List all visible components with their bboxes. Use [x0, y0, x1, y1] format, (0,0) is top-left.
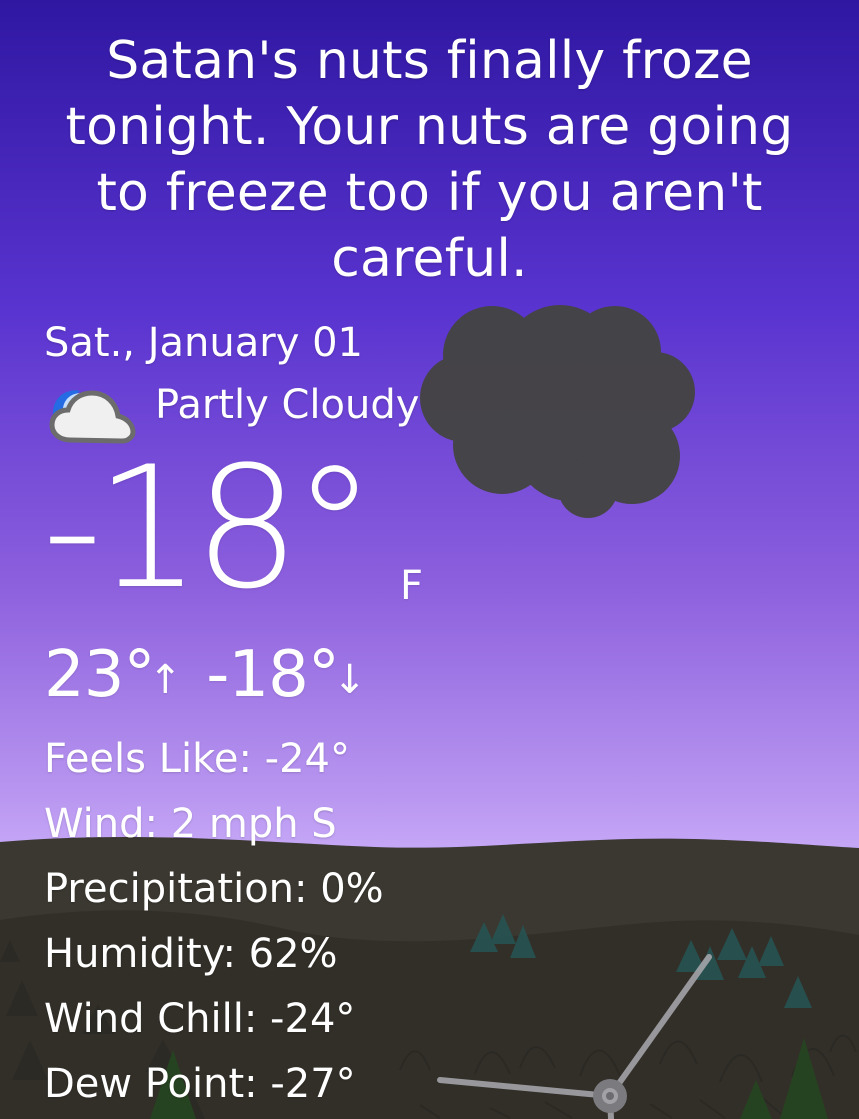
weather-alert-headline: Satan's nuts finally froze tonight. Your… [65, 31, 794, 289]
current-temperature-group: -18° F [42, 433, 504, 640]
high-low-temperatures: 23°↑ -18°↓ [44, 638, 371, 717]
high-temperature: 23° [44, 638, 155, 712]
forecast-date: Sat., January 01 [44, 320, 363, 366]
down-arrow-icon: ↓ [332, 657, 367, 703]
weather-screen: Satan's nuts finally froze tonight. Your… [0, 0, 859, 1119]
feels-like-detail: Feels Like: -24° [44, 736, 350, 782]
up-arrow-icon: ↑ [148, 657, 182, 703]
wind-turbine-icon [437, 954, 712, 1119]
precipitation-detail: Precipitation: 0% [44, 866, 384, 912]
weather-condition-label: Partly Cloudy [155, 382, 420, 428]
current-temperature: -18° [42, 430, 376, 626]
low-temperature: -18° [206, 638, 340, 712]
wind-detail: Wind: 2 mph S [44, 801, 337, 847]
temperature-unit: F [400, 563, 424, 609]
